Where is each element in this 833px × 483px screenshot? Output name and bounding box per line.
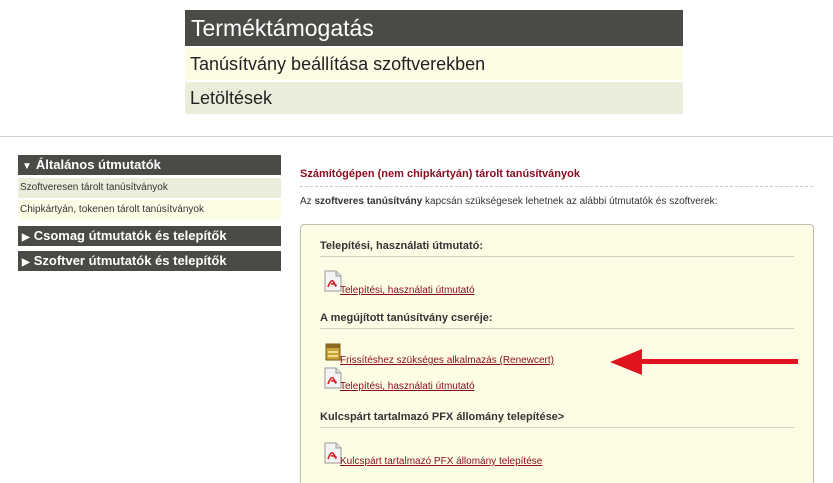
section-title-pfx: Kulcspárt tartalmazó PFX állomány telepí… xyxy=(320,411,565,423)
sidebar-section-software[interactable]: ▶ Szoftver útmutatók és telepítők xyxy=(18,251,281,271)
triangle-right-icon: ▶ xyxy=(22,257,30,268)
sidebar-section-label: Szoftver útmutatók és telepítők xyxy=(33,253,227,268)
sidebar-section-label: Általános útmutatók xyxy=(35,157,161,172)
intro-text: Az szoftveres tanúsítvány kapcsán szüksé… xyxy=(300,196,717,207)
page-title: Terméktámogatás xyxy=(185,10,683,46)
content-title: Számítógépen (nem chipkártyán) tárolt ta… xyxy=(300,168,580,180)
intro-bold: szoftveres tanúsítvány xyxy=(314,196,423,207)
sidebar-item-chipcard-certs[interactable]: Chipkártyán, tokenen tárolt tanúsítványo… xyxy=(18,200,281,220)
sidebar-section-general[interactable]: ▼ Általános útmutatók xyxy=(18,155,281,175)
section-divider xyxy=(320,256,794,257)
sidebar-item-software-certs[interactable]: Szoftveresen tárolt tanúsítványok xyxy=(18,178,281,198)
link-pfx-install[interactable]: Kulcspárt tartalmazó PFX állomány telepí… xyxy=(340,456,542,467)
intro-post: kapcsán szükségesek lehetnek az alábbi ú… xyxy=(422,196,718,207)
section-title-renewal: A megújított tanúsítvány cseréje: xyxy=(320,312,493,324)
dashed-divider xyxy=(300,186,813,187)
sidebar-section-label: Csomag útmutatók és telepítők xyxy=(33,228,227,243)
nav-cert-setup[interactable]: Tanúsítvány beállítása szoftverekben xyxy=(185,48,683,80)
sidebar-section-packages[interactable]: ▶ Csomag útmutatók és telepítők xyxy=(18,226,281,246)
link-install-guide[interactable]: Telepítési, használati útmutató xyxy=(340,285,475,296)
section-divider xyxy=(320,328,794,329)
section-divider xyxy=(320,427,794,428)
red-arrow-icon xyxy=(610,349,798,375)
link-renewcert-app[interactable]: Frissítéshez szükséges alkalmazás (Renew… xyxy=(340,355,554,366)
link-renewal-guide[interactable]: Telepítési, használati útmutató xyxy=(340,381,475,392)
nav-downloads[interactable]: Letöltések xyxy=(185,82,683,114)
section-title-guide: Telepítési, használati útmutató: xyxy=(320,240,483,252)
triangle-down-icon: ▼ xyxy=(22,161,32,172)
triangle-right-icon: ▶ xyxy=(22,232,30,243)
divider xyxy=(0,136,833,137)
intro-pre: Az xyxy=(300,196,315,207)
